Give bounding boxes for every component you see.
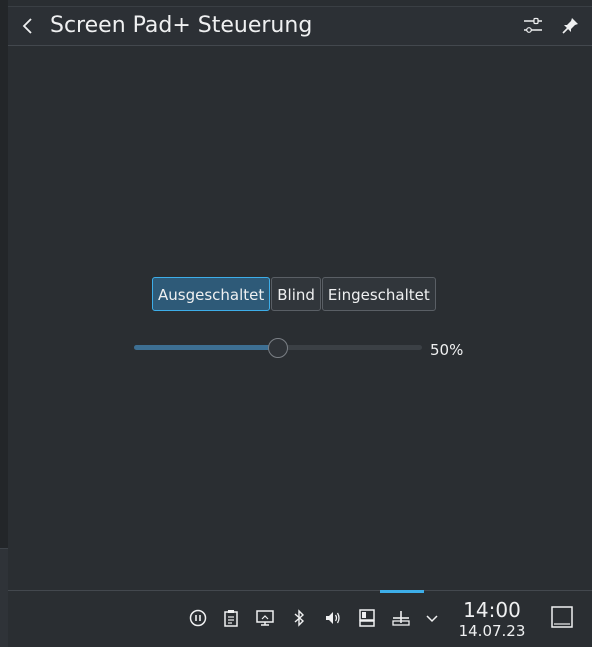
bluetooth-icon[interactable] [289, 608, 309, 628]
mode-button-off[interactable]: Ausgeschaltet [152, 277, 271, 311]
clock-date[interactable]: 14.07.23 [452, 622, 532, 640]
settings-sliders-icon[interactable] [522, 15, 544, 37]
network-icon[interactable] [391, 608, 411, 628]
screenpad-mode-selector: Ausgeschaltet Blind Eingeschaltet [152, 277, 436, 313]
taskbar: 14:00 14.07.23 [8, 590, 592, 647]
slider-thumb[interactable] [268, 338, 288, 358]
brightness-value: 50% [430, 341, 464, 359]
popup-header: Screen Pad+ Steuerung [8, 7, 592, 46]
show-desktop-icon[interactable] [550, 605, 574, 629]
mode-button-on[interactable]: Eingeschaltet [321, 277, 436, 311]
screenpad-popup: Screen Pad+ Steuerung Ausgeschaltet Blin… [8, 6, 592, 591]
back-arrow-icon[interactable] [18, 16, 38, 36]
brightness-slider[interactable] [134, 338, 422, 358]
chevron-down-icon[interactable] [422, 608, 442, 628]
active-tray-indicator [380, 590, 424, 593]
slider-fill [134, 345, 278, 350]
desktop-edge [0, 0, 8, 647]
clipboard-icon[interactable] [221, 608, 241, 628]
mode-button-blind[interactable]: Blind [271, 277, 321, 311]
popup-title: Screen Pad+ Steuerung [50, 13, 313, 38]
volume-icon[interactable] [323, 608, 343, 628]
media-pause-icon[interactable] [188, 608, 208, 628]
display-icon[interactable] [255, 608, 275, 628]
pin-icon[interactable] [559, 15, 581, 37]
clock-time[interactable]: 14:00 [452, 598, 532, 622]
screenpad-icon[interactable] [357, 608, 377, 628]
